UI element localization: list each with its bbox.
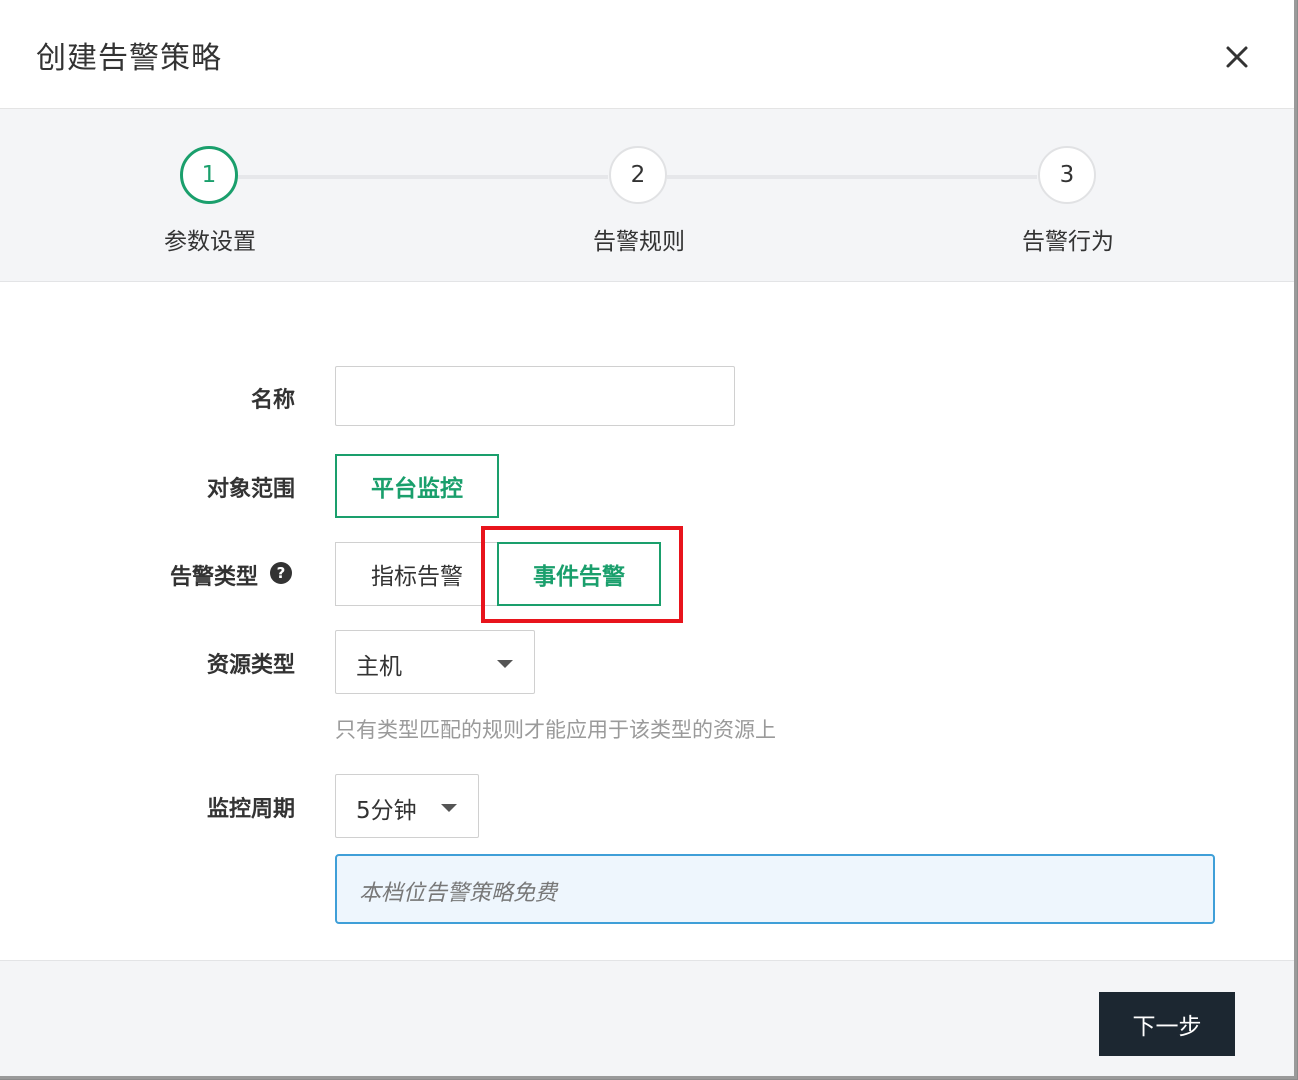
step-connector bbox=[667, 175, 1037, 179]
step-3-circle: 3 bbox=[1038, 146, 1096, 204]
step-2-circle: 2 bbox=[609, 146, 667, 204]
resource-type-select[interactable]: 主机 bbox=[335, 630, 535, 694]
scope-label: 对象范围 bbox=[206, 477, 295, 502]
name-label: 名称 bbox=[250, 388, 295, 413]
step-indicator: 1 参数设置 2 告警规则 3 告警行为 bbox=[0, 109, 1294, 282]
resource-type-value: 主机 bbox=[356, 654, 402, 680]
step-1-label: 参数设置 bbox=[164, 229, 256, 255]
step-2-label: 告警规则 bbox=[593, 229, 685, 255]
step-connector bbox=[238, 175, 608, 179]
step-1-circle: 1 bbox=[180, 146, 238, 204]
alert-type-label: 告警类型 bbox=[169, 565, 258, 590]
name-input[interactable] bbox=[335, 366, 735, 426]
period-value: 5分钟 bbox=[356, 798, 417, 824]
pricing-notice-text: 本档位告警策略免费 bbox=[359, 881, 558, 906]
close-icon[interactable] bbox=[1220, 40, 1254, 74]
dialog-title: 创建告警策略 bbox=[36, 41, 222, 76]
resource-type-hint: 只有类型匹配的规则才能应用于该类型的资源上 bbox=[335, 718, 776, 742]
scope-platform-monitor-button[interactable]: 平台监控 bbox=[335, 454, 499, 518]
period-select[interactable]: 5分钟 bbox=[335, 774, 479, 838]
resource-type-label: 资源类型 bbox=[206, 653, 295, 678]
alert-type-metric-button[interactable]: 指标告警 bbox=[335, 542, 499, 606]
chevron-down-icon bbox=[441, 804, 457, 812]
chevron-down-icon bbox=[497, 660, 513, 668]
step-3-label: 告警行为 bbox=[1022, 229, 1114, 255]
highlight-annotation bbox=[481, 526, 683, 623]
dialog-header: 创建告警策略 bbox=[0, 0, 1294, 109]
next-step-button[interactable]: 下一步 bbox=[1099, 992, 1235, 1056]
create-alert-policy-dialog: 创建告警策略 1 参数设置 2 告警规则 3 告警行为 名称 对象范围 平台监控… bbox=[0, 0, 1297, 1079]
pricing-notice: 本档位告警策略免费 bbox=[335, 854, 1215, 924]
help-icon[interactable]: ? bbox=[270, 562, 292, 584]
period-label: 监控周期 bbox=[206, 797, 295, 822]
